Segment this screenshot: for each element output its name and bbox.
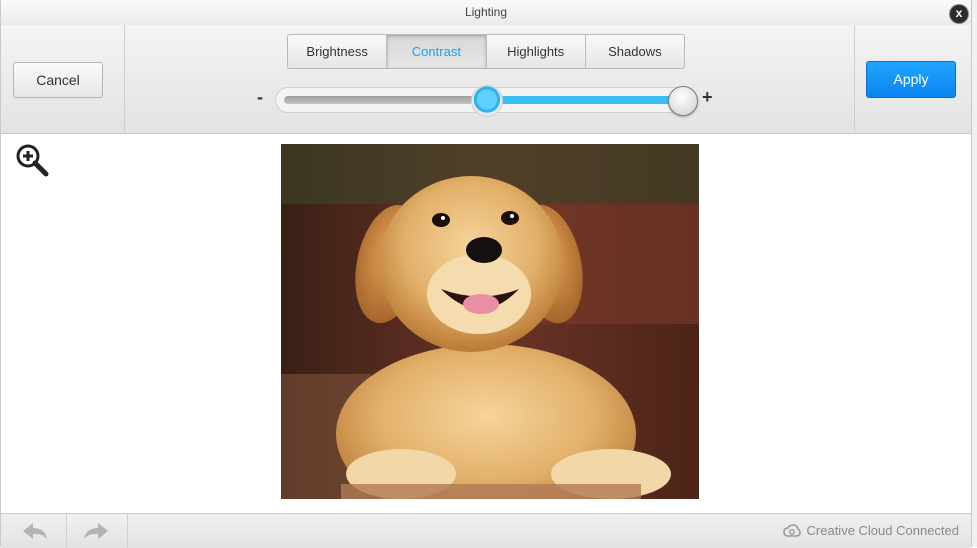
tab-contrast[interactable]: Contrast	[387, 35, 487, 68]
tab-brightness[interactable]: Brightness	[288, 35, 388, 68]
creative-cloud-status: Creative Cloud Connected	[782, 523, 959, 538]
creative-cloud-icon	[782, 523, 801, 538]
tab-shadows[interactable]: Shadows	[586, 35, 684, 68]
toolbar-divider	[854, 25, 855, 133]
footer-divider	[66, 514, 67, 548]
lighting-dialog: Lighting x Cancel Brightness Contrast Hi…	[0, 0, 972, 548]
dialog-titlebar: Lighting x	[1, 0, 971, 26]
lighting-toolbar: Cancel Brightness Contrast Highlights Sh…	[1, 25, 971, 134]
slider-center-marker	[471, 85, 503, 117]
footer-divider	[127, 514, 128, 548]
slider-plus-label: +	[702, 87, 713, 107]
close-button[interactable]: x	[950, 5, 968, 23]
dialog-footer: Creative Cloud Connected	[1, 513, 971, 548]
tab-highlights[interactable]: Highlights	[487, 35, 586, 68]
slider-fill	[484, 96, 684, 104]
toolbar-divider	[124, 25, 125, 133]
zoom-in-icon[interactable]	[15, 143, 49, 177]
apply-button[interactable]: Apply	[866, 61, 956, 98]
cancel-button[interactable]: Cancel	[13, 62, 103, 98]
undo-icon[interactable]	[21, 520, 49, 542]
dialog-title: Lighting	[464, 5, 508, 19]
background-page-edge	[972, 0, 977, 547]
redo-icon[interactable]	[82, 520, 110, 542]
adjustment-tabs: Brightness Contrast Highlights Shadows	[287, 34, 685, 69]
slider-minus-label: -	[257, 87, 263, 107]
status-text: Creative Cloud Connected	[806, 523, 959, 538]
slider-handle[interactable]	[668, 86, 698, 116]
edited-photo	[281, 144, 699, 499]
